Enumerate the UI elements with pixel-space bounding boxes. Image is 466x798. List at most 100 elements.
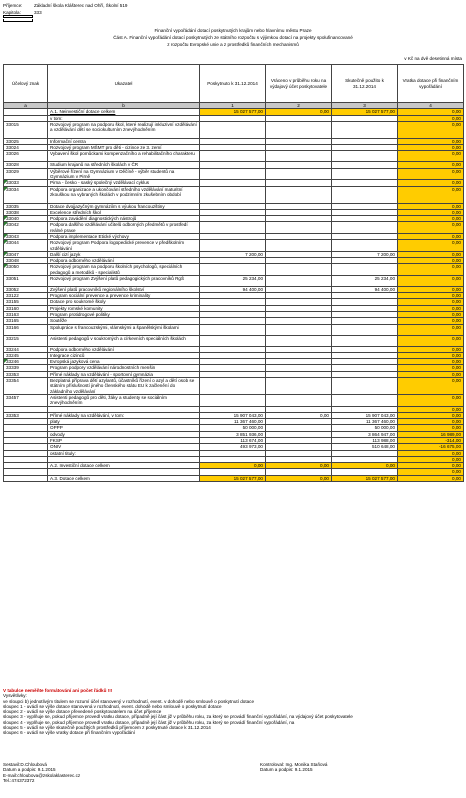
unit-note: v Kč na dvě desetinná místa: [404, 56, 462, 61]
table-row: 33042 Podpora dalšího vzdělávání učitelů …: [3, 221, 464, 234]
row-poskytnuto: 25 234,00: [199, 274, 266, 287]
note-line: sloupec 6 - uvádí se výše vratky dotace …: [3, 730, 136, 736]
row-vratka: 0,00: [397, 394, 464, 407]
header-row: Účelový znak Ukazatel Poskytnuto k 31.12…: [3, 64, 464, 103]
row-ukazatel: Podpora organizace a ukončování středníh…: [47, 185, 200, 204]
row-znak: 33026: [3, 150, 48, 163]
row-pouzito: [331, 167, 398, 181]
col-pouzito: Skutečně použito k 31.12.2014: [331, 64, 398, 103]
table-row: 33034 Podpora organizace a ukončování stř…: [3, 185, 464, 204]
header: Příjemce: Základní škola Klášterec nad O…: [0, 0, 466, 61]
row-vraceno: [265, 394, 332, 407]
row-vraceno: [265, 239, 332, 252]
row-pouzito: [331, 377, 398, 395]
row-znak: 33029: [3, 167, 48, 181]
row-pouzito: [331, 239, 398, 252]
table-row: 33026 Vybavení škol pomůckami kompenzační…: [3, 150, 464, 163]
row-pouzito: [331, 185, 398, 204]
row-ukazatel: A.3. Dotace celkem: [47, 474, 200, 482]
col-vraceno: Vráceno v průběhu roku na výdajový účet …: [265, 64, 332, 103]
row-vraceno: [265, 334, 332, 347]
row-vratka: 0,00: [397, 239, 464, 252]
row-pouzito: [331, 323, 398, 336]
row-pouzito: [331, 120, 398, 139]
row-poskytnuto: [199, 323, 266, 336]
row-vratka: 0,00: [397, 334, 464, 347]
table-row: 33353 Přímé náklady na vzdělávání, v tom:…: [3, 411, 464, 420]
row-vratka: 0,00: [397, 263, 464, 276]
row-poskytnuto: [199, 120, 266, 139]
title-line-2: Část A. Finanční vypořádání dotací posky…: [113, 35, 353, 40]
row-poskytnuto: [199, 263, 266, 276]
settlement-table: Účelový znak Ukazatel Poskytnuto k 31.12…: [3, 64, 464, 482]
col-vratka: Vratka dotace při finančním vypořádání: [397, 64, 464, 103]
row-ukazatel: Rozvojový program Podpora logopedické pr…: [47, 239, 200, 252]
table-row: A.1. Neinvestiční dotace celkem 15 027 57…: [3, 108, 464, 116]
row-ukazatel: Rozvojový program Zvýšení platů pedagogi…: [47, 274, 200, 287]
row-vratka: 0,00: [397, 150, 464, 163]
notes-list: Vysvětlivky: ve sloupci b) jednotlivým ti…: [3, 693, 463, 735]
row-vratka: 0,00: [397, 120, 464, 139]
row-pouzito: 15 027 577,00: [331, 474, 398, 482]
table-row: 33044 Rozvojový program Podpora logopedic…: [3, 239, 464, 252]
row-vraceno: [265, 323, 332, 336]
recipient-value: Základní škola Klášterec nad Ohří, Školn…: [34, 3, 128, 8]
row-ukazatel: Spolupráce s francouzskými, vlámskými a …: [47, 323, 200, 336]
table-row: 33015 Rozvojový program na podporu škol, …: [3, 120, 464, 139]
row-znak: 33354: [3, 377, 48, 395]
row-ukazatel: Podpora dalšího vzdělávání učitelů odbor…: [47, 221, 200, 234]
table-row: 33166 Spolupráce s francouzskými, vlámský…: [3, 323, 464, 336]
row-ukazatel: Asistenti pedagogů v soukromých a církev…: [47, 334, 200, 347]
table-row: 33215 Asistenti pedagogů v soukromých a c…: [3, 334, 464, 347]
footer-right: Kontroloval: Ing. Monika Staňová Datum a…: [260, 762, 327, 773]
row-vratka: 0,00: [397, 474, 464, 482]
row-vraceno: [265, 150, 332, 163]
chapter-box-2: [3, 19, 33, 22]
row-ukazatel: Rozvojový program na podporu škol, které…: [47, 120, 200, 139]
row-vraceno: 0,00: [265, 474, 332, 482]
row-pouzito: [331, 221, 398, 234]
table-row: 33354 Bezplatná příprava dětí azylantů, ú…: [3, 377, 464, 395]
table-body: A.1. Neinvestiční dotace celkem 15 027 57…: [3, 108, 464, 482]
row-vratka: 0,00: [397, 185, 464, 204]
recipient-label: Příjemce:: [3, 3, 23, 8]
row-pouzito: 25 234,00: [331, 274, 398, 287]
chapter-value: 333: [34, 10, 42, 15]
row-pouzito: [331, 394, 398, 407]
phone: Tel.:474372372: [3, 777, 35, 783]
row-vraceno: [265, 377, 332, 395]
row-ukazatel: Výběrové řízení na Gymnázium v Děčíně - …: [47, 167, 200, 181]
table-row: 33029 Výběrové řízení na Gymnázium v Děčí…: [3, 167, 464, 181]
row-pouzito: [331, 263, 398, 276]
row-poskytnuto: [199, 377, 266, 395]
row-vraceno: [265, 120, 332, 139]
row-vraceno: [265, 185, 332, 204]
row-poskytnuto: [199, 150, 266, 163]
row-poskytnuto: [199, 394, 266, 407]
row-poskytnuto: [199, 167, 266, 181]
row-ukazatel: Bezplatná příprava dětí azylantů, účastn…: [47, 377, 200, 395]
table-row: 33050 Rozvojový program na podporu školní…: [3, 263, 464, 276]
row-znak: 33457: [3, 394, 48, 407]
row-vratka: 0,00: [397, 221, 464, 234]
row-vratka: 0,00: [397, 323, 464, 336]
row-ukazatel: Asistenti pedagogů pro děti, žáky a stud…: [47, 394, 200, 407]
row-znak: 33050: [3, 263, 48, 276]
row-vraceno: [265, 167, 332, 181]
notes: V tabulce neměňte formátování ani počet …: [3, 688, 463, 736]
row-poskytnuto: 15 027 577,00: [199, 474, 266, 482]
row-znak: 33044: [3, 239, 48, 252]
row-znak: 33246: [3, 358, 48, 366]
title-line-1: Finanční vypořádání dotací poskytnutých …: [154, 28, 312, 33]
row-poskytnuto: [199, 239, 266, 252]
row-poskytnuto: [199, 221, 266, 234]
table-row: A.3. Dotace celkem 15 027 577,00 0,00 15 02…: [3, 474, 464, 482]
row-vratka: 0,00: [397, 167, 464, 181]
row-znak: 33034: [3, 185, 48, 204]
row-vraceno: [265, 263, 332, 276]
row-pouzito: [331, 150, 398, 163]
row-vratka: 0,00: [397, 274, 464, 287]
row-znak: 33015: [3, 120, 48, 139]
title-line-3: z rozpočtu Evropské unie a z prostředků …: [167, 42, 299, 47]
table-row: 33051 Rozvojový program Zvýšení platů ped…: [3, 274, 464, 287]
